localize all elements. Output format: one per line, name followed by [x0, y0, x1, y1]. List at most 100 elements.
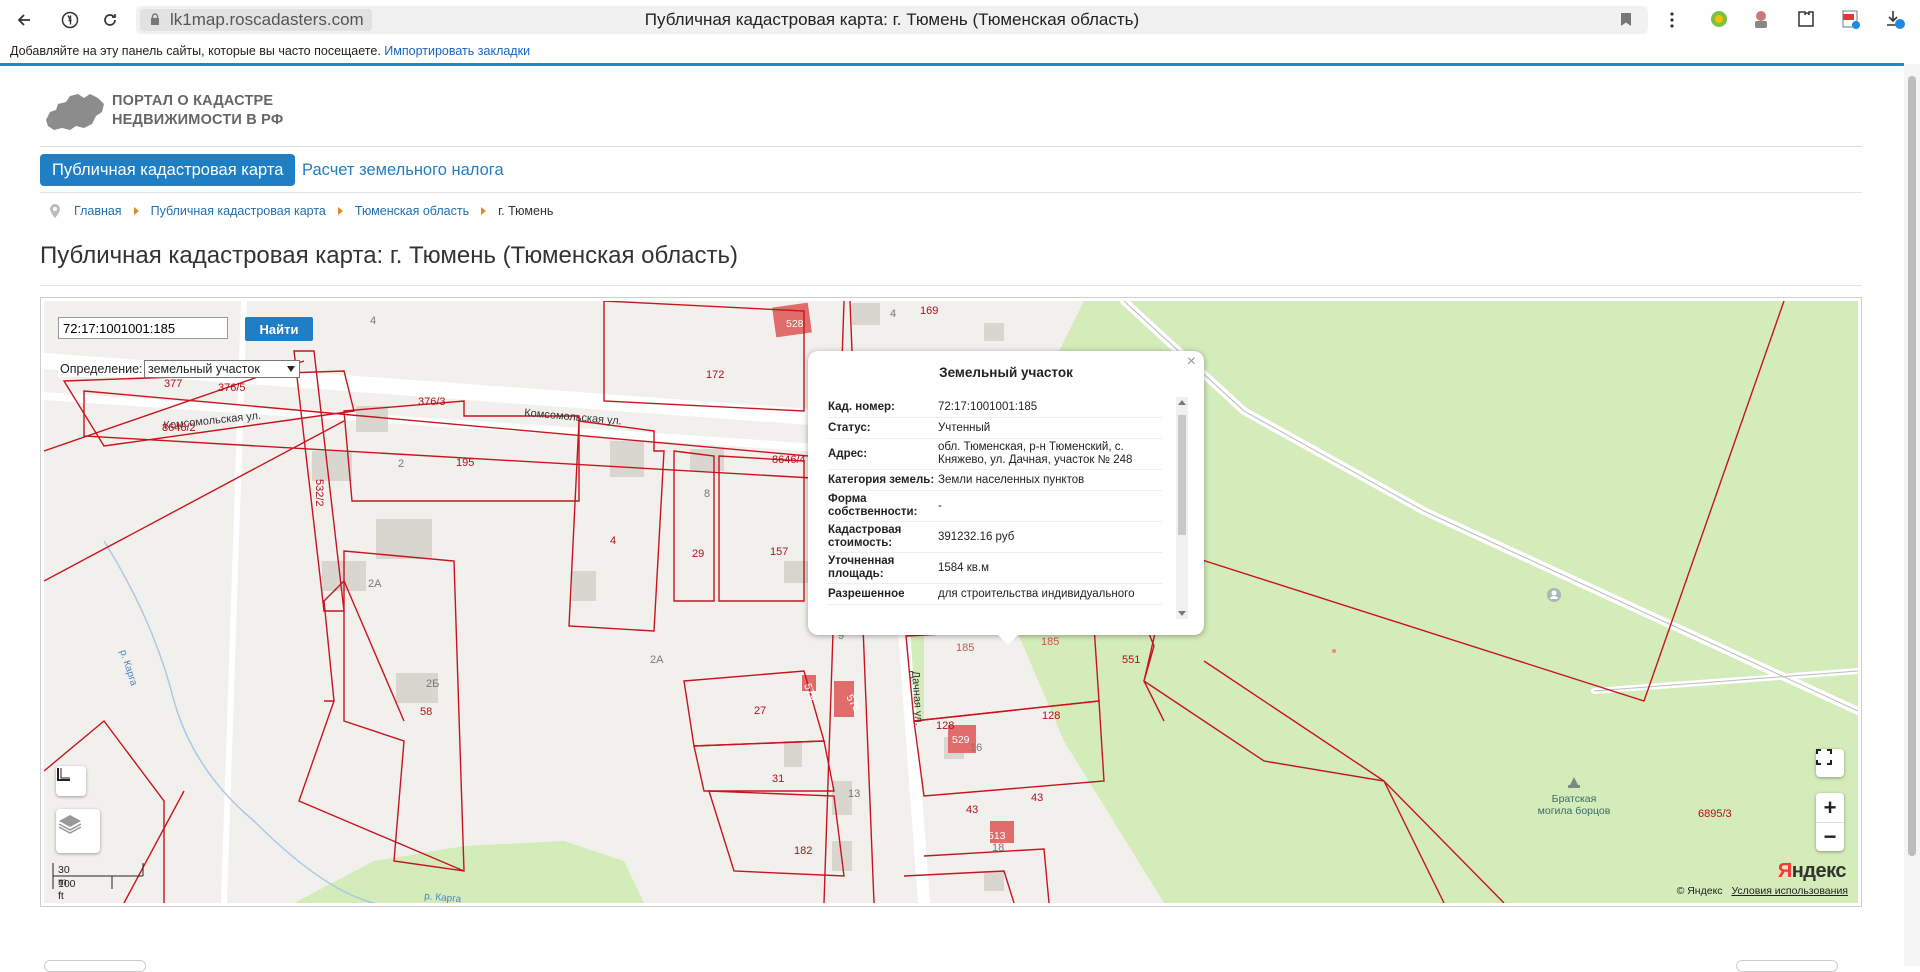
property-row: Кадастровая стоимость: 391232.16 руб [828, 522, 1162, 553]
cadastral-number-search-input[interactable] [58, 317, 228, 339]
divider [40, 285, 1862, 286]
zoom-control: + − [1816, 793, 1844, 851]
layers-button[interactable] [56, 809, 100, 853]
parcel-label: 532/2 [313, 479, 325, 507]
parcel-boundary [673, 450, 715, 602]
property-row: Разрешенное для строительства индивидуаль… [828, 584, 1162, 605]
property-label: Категория земель: [828, 473, 935, 486]
parcel-label: 195 [456, 457, 474, 469]
monument-label: могила борцов [1538, 805, 1611, 817]
breadcrumb: Главная Публичная кадастровая карта Тюме… [50, 204, 553, 218]
parcel-boundary [298, 700, 465, 872]
building [376, 519, 432, 559]
house-number: 4 [370, 315, 376, 327]
definition-select-value: земельный участок [148, 362, 260, 376]
extension-mascot-icon[interactable] [1750, 8, 1772, 30]
yandex-browser-icon[interactable] [56, 6, 84, 34]
definition-label: Определение: [58, 361, 145, 377]
parcel-label: 128 [936, 720, 954, 732]
ruler-icon [57, 768, 70, 781]
popup-scroll-thumb[interactable] [1178, 415, 1186, 535]
building [572, 571, 596, 601]
parcel-boundary [708, 790, 845, 877]
property-value: Земли населенных пунктов [938, 473, 1085, 486]
parcel-label: 6895/3 [1698, 808, 1732, 820]
building [984, 871, 1004, 891]
map-dot [1332, 649, 1336, 653]
parcel-label: 43 [966, 804, 978, 816]
page-scrollbar[interactable] [1904, 64, 1920, 966]
cadastral-map[interactable]: Комсомольская ул. Комсомольская ул. Дачн… [44, 301, 1858, 903]
popup-scrollbar[interactable] [1176, 397, 1188, 619]
search-button[interactable]: Найти [245, 317, 313, 341]
address-bar[interactable]: lk1map.roscadasters.com Публичная кадаст… [136, 6, 1648, 34]
breadcrumb-home[interactable]: Главная [74, 204, 122, 218]
download-icon[interactable] [1884, 8, 1906, 30]
menu-dots-icon[interactable] [1658, 6, 1686, 34]
tab-land-tax-calc[interactable]: Расчет земельного налога [302, 154, 504, 186]
parcel-label: 377 [164, 378, 182, 390]
logo-line-1: ПОРТАЛ О КАДАСТРЕ [112, 93, 274, 109]
parcel-info-popup: × Земельный участок Кад. номер: 72:17:100… [808, 351, 1204, 645]
parcel-label: 8646/4 [772, 454, 806, 466]
property-value: обл. Тюменская, р-н Тюменский, с. Княжев… [938, 441, 1133, 466]
bottom-button-right[interactable] [1736, 960, 1838, 972]
breadcrumb-map[interactable]: Публичная кадастровая карта [151, 204, 326, 218]
divider [40, 146, 1862, 147]
extension-green-icon[interactable] [1708, 8, 1730, 30]
parcel-label: 4 [610, 535, 616, 547]
logo-line-2: НЕДВИЖИМОСТИ В РФ [112, 112, 284, 128]
scroll-up-icon[interactable] [1178, 400, 1186, 405]
popup-properties: Кад. номер: 72:17:1001001:185 Статус: Учте… [828, 397, 1162, 623]
scroll-down-icon[interactable] [1178, 611, 1186, 616]
green-zone [294, 841, 644, 903]
property-value: - [938, 499, 942, 512]
river-label: р. Карга [424, 891, 462, 903]
building [610, 441, 644, 477]
property-row: Форма собственности: - [828, 491, 1162, 522]
property-label: Статус: [828, 421, 871, 434]
building [852, 303, 880, 325]
bookmarks-hint: Добавляйте на эту панель сайты, которые … [10, 44, 381, 58]
fullscreen-button[interactable] [1816, 749, 1844, 777]
ruler-button[interactable] [56, 766, 86, 796]
terms-link[interactable]: Условия использования [1731, 885, 1848, 897]
site-logo-text[interactable]: ПОРТАЛ О КАДАСТРЕ НЕДВИЖИМОСТИ В РФ [112, 92, 283, 130]
property-label: Уточненная площадь: [828, 555, 895, 580]
layers-icon [58, 815, 82, 834]
page-title: Публичная кадастровая карта: г. Тюмень (… [40, 242, 738, 269]
parcel-label: 185 [1041, 636, 1059, 648]
breadcrumb-region[interactable]: Тюменская область [355, 204, 469, 218]
bookmark-icon[interactable] [1620, 12, 1632, 27]
bookmarks-bar: Добавляйте на эту панель сайты, которые … [10, 44, 530, 58]
breadcrumb-city: г. Тюмень [498, 204, 554, 218]
scrollbar-thumb[interactable] [1908, 76, 1916, 856]
parcel-label: 27 [754, 705, 766, 717]
divider [40, 192, 1862, 193]
parcel-label: 29 [692, 548, 704, 560]
tab-public-cadastral-map[interactable]: Публичная кадастровая карта [40, 154, 296, 186]
import-bookmarks-link[interactable]: Импортировать закладки [384, 44, 530, 58]
river-label: р. Карга [117, 649, 139, 688]
extension-puzzle-icon[interactable] [1795, 8, 1817, 30]
parcel-label: 128 [1042, 710, 1060, 722]
browser-chrome: lk1map.roscadasters.com Публичная кадаст… [0, 0, 1920, 64]
popup-pointer [996, 633, 1020, 645]
monument-label: Братская [1552, 793, 1597, 805]
parcel-boundary [343, 550, 465, 872]
parcel-label: 185 [956, 642, 974, 654]
extension-pdf-icon[interactable] [1840, 8, 1862, 30]
attribution-text: © Яндекс [1676, 885, 1723, 897]
reload-icon[interactable] [96, 6, 124, 34]
zoom-in-button[interactable]: + [1816, 793, 1844, 823]
yandex-logo: Яндекс [1777, 860, 1847, 882]
back-icon[interactable] [10, 6, 38, 34]
location-pin-icon [50, 204, 60, 218]
map-attribution: © Яндекс Условия использования [1677, 885, 1848, 897]
zoom-out-button[interactable]: − [1816, 823, 1844, 851]
russia-map-logo-icon[interactable] [44, 90, 106, 134]
definition-select[interactable]: земельный участок [144, 360, 300, 378]
parcel-label: 376/3 [418, 396, 446, 408]
building-label: 529 [952, 734, 970, 746]
bottom-button-left[interactable] [44, 960, 146, 972]
